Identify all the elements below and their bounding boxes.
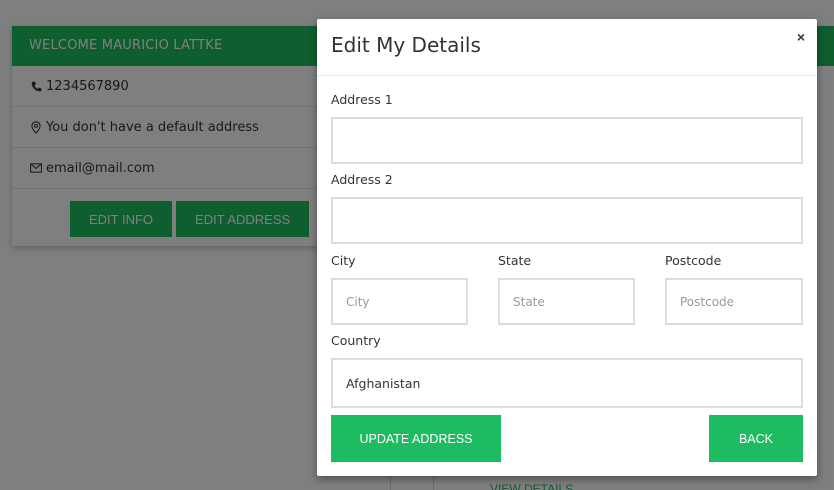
country-selected-value: Afghanistan (346, 375, 421, 391)
country-label: Country (331, 333, 381, 348)
modal-title: Edit My Details (331, 33, 481, 57)
update-address-button[interactable]: UPDATE ADDRESS (331, 415, 501, 462)
postcode-input[interactable] (665, 278, 803, 325)
postcode-label: Postcode (665, 253, 722, 268)
address2-label: Address 2 (331, 172, 393, 187)
state-input[interactable] (498, 278, 635, 325)
country-select[interactable]: Afghanistan (331, 358, 803, 408)
address1-label: Address 1 (331, 92, 393, 107)
modal-header: Edit My Details × (317, 19, 817, 76)
back-button[interactable]: BACK (709, 415, 803, 462)
close-icon[interactable]: × (797, 30, 805, 44)
city-label: City (331, 253, 356, 268)
address1-input[interactable] (331, 117, 803, 164)
state-label: State (498, 253, 532, 268)
address2-input[interactable] (331, 197, 803, 244)
edit-details-modal: Edit My Details × Address 1 Address 2 Ci… (317, 19, 817, 476)
city-input[interactable] (331, 278, 468, 325)
